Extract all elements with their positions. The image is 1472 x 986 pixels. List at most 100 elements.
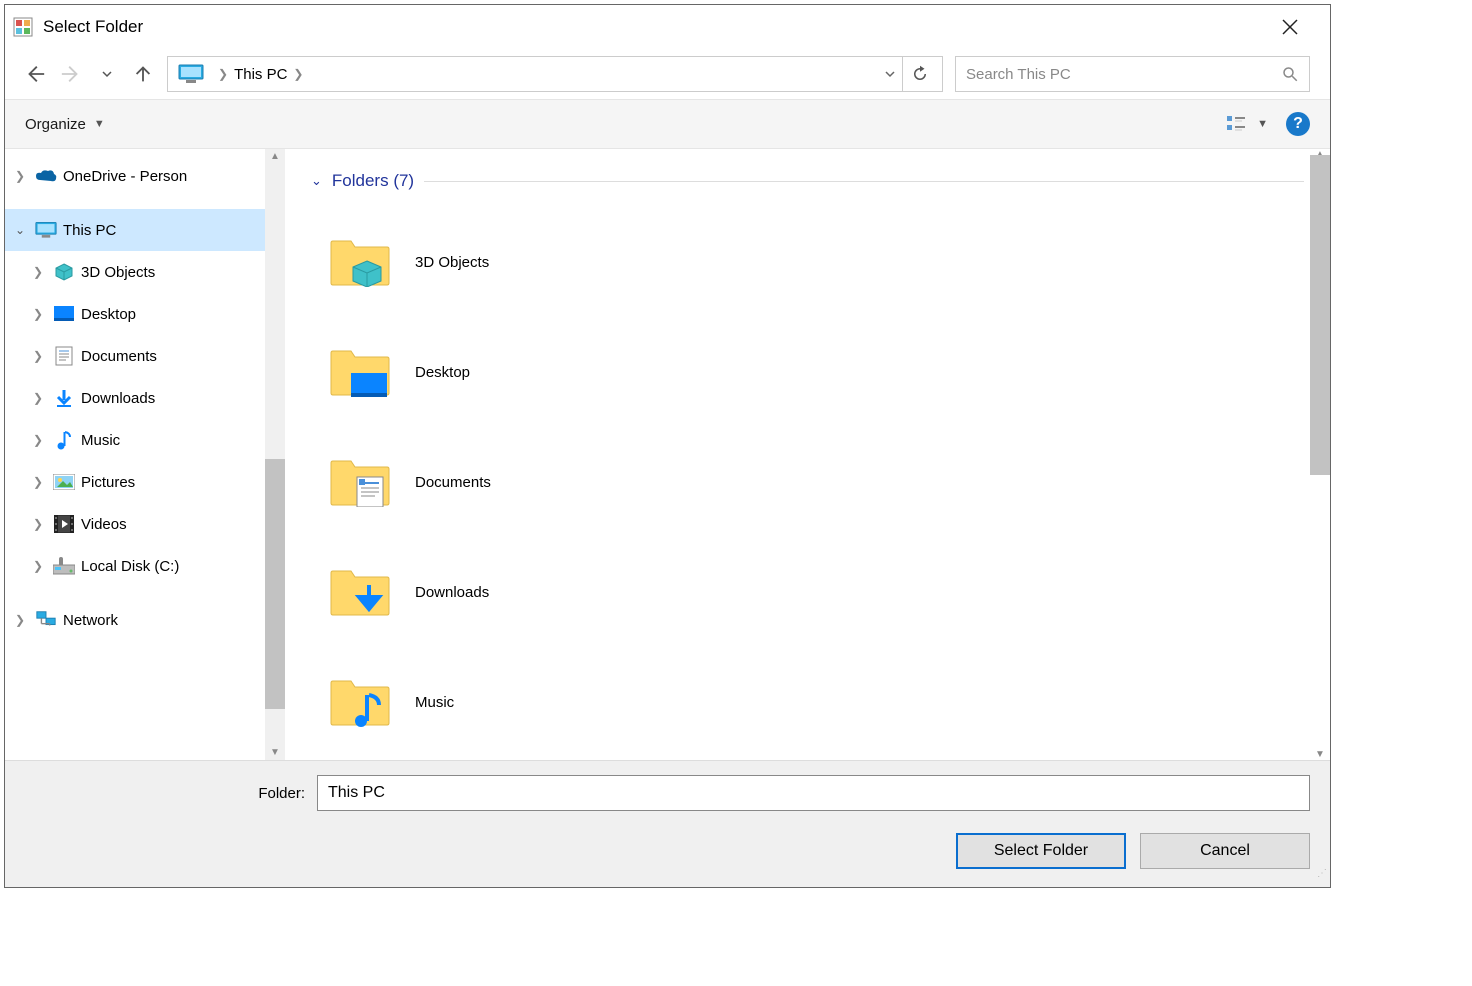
tree-local-disk[interactable]: ❯ Local Disk (C:) bbox=[5, 545, 285, 587]
chevron-right-icon: ❯ bbox=[33, 517, 47, 531]
chevron-right-icon: ❯ bbox=[33, 433, 47, 447]
tree-this-pc[interactable]: ⌄ This PC bbox=[5, 209, 285, 251]
tree-label: OneDrive - Person bbox=[63, 168, 187, 185]
tree-downloads[interactable]: ❯ Downloads bbox=[5, 377, 285, 419]
folder-icon bbox=[325, 561, 395, 623]
this-pc-icon bbox=[178, 64, 204, 84]
content-scrollbar[interactable]: ▲ ▼ bbox=[1310, 149, 1330, 760]
resize-grip[interactable]: ⋰ bbox=[1315, 872, 1327, 884]
chevron-right-icon: ❯ bbox=[33, 307, 47, 321]
chevron-right-icon: ❯ bbox=[293, 67, 303, 81]
tree-3d-objects[interactable]: ❯ 3D Objects bbox=[5, 251, 285, 293]
tree-onedrive[interactable]: ❯ OneDrive - Person bbox=[5, 155, 285, 197]
divider bbox=[424, 181, 1304, 182]
folder-desktop[interactable]: Desktop bbox=[325, 317, 1290, 427]
folder-icon bbox=[325, 451, 395, 513]
titlebar: Select Folder bbox=[5, 5, 1330, 49]
folder-icon bbox=[325, 671, 395, 733]
button-row: Select Folder Cancel bbox=[25, 833, 1310, 869]
refresh-button[interactable] bbox=[902, 57, 936, 91]
organize-menu[interactable]: Organize ▼ bbox=[25, 116, 105, 133]
select-folder-button[interactable]: Select Folder bbox=[956, 833, 1126, 869]
tree-videos[interactable]: ❯ Videos bbox=[5, 503, 285, 545]
footer: Folder: Select Folder Cancel bbox=[5, 760, 1330, 887]
search-placeholder: Search This PC bbox=[966, 66, 1281, 83]
folder-documents[interactable]: Documents bbox=[325, 427, 1290, 537]
folder-downloads[interactable]: Downloads bbox=[325, 537, 1290, 647]
tree-label: Videos bbox=[81, 516, 127, 533]
caret-down-icon: ▼ bbox=[94, 118, 105, 130]
window-title: Select Folder bbox=[43, 17, 1282, 37]
folder-icon bbox=[325, 341, 395, 403]
tree-label: Downloads bbox=[81, 390, 155, 407]
downloads-icon bbox=[53, 388, 75, 408]
nav-tree: ❯ OneDrive - Person ⌄ This PC ❯ 3D Objec… bbox=[5, 149, 285, 760]
section-title: Folders (7) bbox=[332, 171, 414, 191]
chevron-right-icon: ❯ bbox=[15, 169, 29, 183]
folder-label: Downloads bbox=[415, 584, 489, 601]
tree-label: Pictures bbox=[81, 474, 135, 491]
scroll-up-icon: ▲ bbox=[270, 151, 280, 162]
back-button[interactable] bbox=[23, 62, 47, 86]
breadcrumb-this-pc[interactable]: This PC bbox=[234, 66, 287, 83]
folder-3d-objects[interactable]: 3D Objects bbox=[325, 207, 1290, 317]
pictures-icon bbox=[53, 474, 75, 490]
tree-documents[interactable]: ❯ Documents bbox=[5, 335, 285, 377]
folder-input[interactable] bbox=[317, 775, 1310, 811]
select-folder-dialog: Select Folder ❯ This PC ❯ Search This PC bbox=[4, 4, 1331, 888]
organize-label: Organize bbox=[25, 116, 86, 133]
folder-label: 3D Objects bbox=[415, 254, 489, 271]
caret-down-icon: ▼ bbox=[1257, 118, 1268, 130]
folder-music[interactable]: Music bbox=[325, 647, 1290, 757]
scrollbar-thumb[interactable] bbox=[265, 459, 285, 709]
this-pc-icon bbox=[35, 221, 57, 239]
help-button[interactable]: ? bbox=[1286, 112, 1310, 136]
tree-label: Local Disk (C:) bbox=[81, 558, 179, 575]
documents-icon bbox=[53, 346, 75, 366]
cancel-button[interactable]: Cancel bbox=[1140, 833, 1310, 869]
nav-row: ❯ This PC ❯ Search This PC bbox=[5, 49, 1330, 99]
recent-dropdown[interactable] bbox=[95, 62, 119, 86]
tree-network[interactable]: ❯ Network bbox=[5, 599, 285, 641]
drive-icon bbox=[53, 557, 75, 575]
up-button[interactable] bbox=[131, 62, 155, 86]
onedrive-icon bbox=[35, 168, 57, 184]
close-button[interactable] bbox=[1282, 19, 1322, 35]
chevron-right-icon: ❯ bbox=[15, 613, 29, 627]
folder-icon bbox=[325, 231, 395, 293]
folder-label: Desktop bbox=[415, 364, 470, 381]
view-options-button[interactable]: ▼ bbox=[1227, 115, 1268, 133]
chevron-right-icon: ❯ bbox=[218, 67, 228, 81]
address-bar[interactable]: ❯ This PC ❯ bbox=[167, 56, 943, 92]
videos-icon bbox=[53, 515, 75, 533]
tree-desktop[interactable]: ❯ Desktop bbox=[5, 293, 285, 335]
address-dropdown[interactable] bbox=[884, 68, 896, 80]
section-header[interactable]: ⌄ Folders (7) bbox=[311, 171, 1304, 191]
chevron-right-icon: ❯ bbox=[33, 265, 47, 279]
toolbar: Organize ▼ ▼ ? bbox=[5, 99, 1330, 149]
tree-pictures[interactable]: ❯ Pictures bbox=[5, 461, 285, 503]
tree-scrollbar[interactable]: ▲ ▼ bbox=[265, 149, 285, 760]
content-pane: ⌄ Folders (7) 3D Objects Desktop bbox=[285, 149, 1330, 760]
music-icon bbox=[53, 430, 75, 450]
forward-button[interactable] bbox=[59, 62, 83, 86]
tree-music[interactable]: ❯ Music bbox=[5, 419, 285, 461]
tree-label: This PC bbox=[63, 222, 116, 239]
scroll-down-icon: ▼ bbox=[270, 747, 280, 758]
chevron-right-icon: ❯ bbox=[33, 559, 47, 573]
scroll-down-icon: ▼ bbox=[1315, 749, 1325, 760]
folder-input-row: Folder: bbox=[25, 775, 1310, 811]
search-input[interactable]: Search This PC bbox=[955, 56, 1310, 92]
chevron-down-icon: ⌄ bbox=[15, 223, 29, 237]
tree-label: Documents bbox=[81, 348, 157, 365]
chevron-right-icon: ❯ bbox=[33, 349, 47, 363]
folder-label: Folder: bbox=[25, 785, 305, 802]
desktop-icon bbox=[53, 306, 75, 322]
tree-label: 3D Objects bbox=[81, 264, 155, 281]
folder-grid: 3D Objects Desktop Documents bbox=[285, 197, 1330, 760]
chevron-down-icon: ⌄ bbox=[311, 173, 322, 189]
scrollbar-thumb[interactable] bbox=[1310, 155, 1330, 475]
tree-label: Music bbox=[81, 432, 120, 449]
folder-label: Music bbox=[415, 694, 454, 711]
tree-label: Network bbox=[63, 612, 118, 629]
